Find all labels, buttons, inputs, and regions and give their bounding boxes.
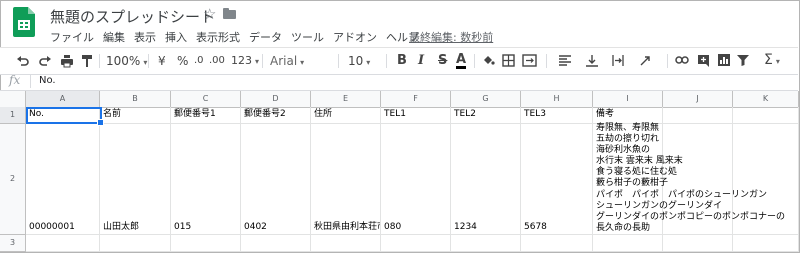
cell-d3[interactable] <box>241 235 311 252</box>
cell-b2[interactable]: 山田太郎 <box>100 124 171 235</box>
star-icon[interactable]: ☆ <box>203 5 216 23</box>
cell-b1[interactable]: 名前 <box>100 107 171 124</box>
bold-button[interactable]: B <box>397 53 407 69</box>
menu-addons[interactable]: アドオン <box>333 29 377 45</box>
sheets-logo-icon[interactable] <box>13 7 35 37</box>
align-icon[interactable] <box>559 55 571 66</box>
font-size-select[interactable]: 10 <box>348 53 370 69</box>
borders-icon[interactable] <box>502 54 515 67</box>
valign-icon[interactable] <box>586 54 598 67</box>
column-header-i[interactable]: I <box>593 91 663 108</box>
document-title[interactable]: 無題のスプレッドシート <box>50 6 215 27</box>
notes-cell-text: 寿限無、寿限無 五劫の擦り切れ 海砂利水魚の 水行末 雲来末 風来末 食う寝る処… <box>596 123 786 233</box>
cell-c1[interactable]: 郵便番号1 <box>171 107 241 124</box>
text-color-button[interactable]: A <box>456 53 467 69</box>
paint-format-icon[interactable] <box>81 54 93 68</box>
merge-icon[interactable] <box>522 54 537 67</box>
menu-file[interactable]: ファイル <box>50 29 94 45</box>
last-edit-link[interactable]: 最終編集: 数秒前 <box>409 29 493 45</box>
cell-e2[interactable]: 秋田県由利本荘市 <box>311 124 381 235</box>
menu-tools[interactable]: ツール <box>291 29 324 45</box>
menu-view[interactable]: 表示 <box>134 29 156 45</box>
cell-j1[interactable] <box>663 107 733 124</box>
currency-format-button[interactable]: ¥ <box>158 53 166 69</box>
row-header-2[interactable]: 2 <box>0 124 26 235</box>
column-header-j[interactable]: J <box>663 91 733 108</box>
column-header-d[interactable]: D <box>241 91 311 108</box>
rotate-icon[interactable] <box>639 54 651 67</box>
cell-h1[interactable]: TEL3 <box>521 107 593 124</box>
cell-c3[interactable] <box>171 235 241 252</box>
column-header-a[interactable]: A <box>26 91 100 108</box>
undo-icon[interactable] <box>16 54 30 68</box>
column-header-b[interactable]: B <box>100 91 171 108</box>
cell-h2[interactable]: 5678 <box>521 124 593 235</box>
column-header-k[interactable]: K <box>733 91 799 108</box>
filter-icon[interactable] <box>737 54 751 67</box>
row-header-1[interactable]: 1 <box>0 107 26 124</box>
cell-k1[interactable] <box>733 107 799 124</box>
functions-icon[interactable]: Σ <box>764 53 780 69</box>
cell-j3[interactable] <box>663 235 733 252</box>
cell-i1[interactable]: 備考 <box>593 107 663 124</box>
cell-a3[interactable] <box>26 235 100 252</box>
cell-f2[interactable]: 080 <box>381 124 451 235</box>
cell-b3[interactable] <box>100 235 171 252</box>
cell-f1[interactable]: TEL1 <box>381 107 451 124</box>
cell-f3[interactable] <box>381 235 451 252</box>
column-header-g[interactable]: G <box>451 91 521 108</box>
redo-icon[interactable] <box>38 54 52 68</box>
menu-data[interactable]: データ <box>249 29 282 45</box>
column-header-f[interactable]: F <box>381 91 451 108</box>
cell-g3[interactable] <box>451 235 521 252</box>
print-icon[interactable] <box>60 54 74 68</box>
cell-k3[interactable] <box>733 235 799 252</box>
cell-d2[interactable]: 0402 <box>241 124 311 235</box>
cell-d1[interactable]: 郵便番号2 <box>241 107 311 124</box>
italic-button[interactable]: I <box>418 53 424 69</box>
menu-format[interactable]: 表示形式 <box>196 29 240 45</box>
formula-bar: fx No. <box>0 73 798 91</box>
percent-format-button[interactable]: % <box>177 53 188 69</box>
cell-a2[interactable]: 00000001 <box>26 124 100 235</box>
select-all-corner[interactable] <box>0 91 26 108</box>
cell-e3[interactable] <box>311 235 381 252</box>
cell-e1[interactable]: 住所 <box>311 107 381 124</box>
comment-icon[interactable] <box>697 54 710 67</box>
cell-c2[interactable]: 015 <box>171 124 241 235</box>
menu-insert[interactable]: 挿入 <box>165 29 187 45</box>
cell-h3[interactable] <box>521 235 593 252</box>
fill-color-icon[interactable] <box>482 54 495 68</box>
increase-decimal-button[interactable]: .00 <box>209 53 225 69</box>
wrap-icon[interactable] <box>612 54 624 67</box>
active-cell-selection[interactable] <box>26 107 104 126</box>
formula-input[interactable]: No. <box>39 75 56 86</box>
more-formats-select[interactable]: 123 <box>231 53 259 69</box>
menu-edit[interactable]: 編集 <box>103 29 125 45</box>
font-select[interactable]: Arial <box>270 53 334 69</box>
folder-icon[interactable] <box>223 8 236 19</box>
column-header-e[interactable]: E <box>311 91 381 108</box>
cell-i3[interactable] <box>593 235 663 252</box>
decrease-decimal-button[interactable]: .0 <box>194 53 204 69</box>
link-icon[interactable] <box>675 56 689 64</box>
toolbar: 100% ¥ % .0 .00 123 Arial 10 B I S A Σ <box>0 47 798 75</box>
column-header-c[interactable]: C <box>171 91 241 108</box>
column-header-h[interactable]: H <box>521 91 593 108</box>
chart-icon[interactable] <box>718 54 730 67</box>
zoom-select[interactable]: 100% <box>106 53 147 69</box>
menu-bar: ファイル 編集 表示 挿入 表示形式 データ ツール アドオン ヘルプ <box>50 29 428 45</box>
strikethrough-button[interactable]: S <box>438 53 447 69</box>
fx-icon: fx <box>9 73 21 87</box>
cell-g2[interactable]: 1234 <box>451 124 521 235</box>
row-header-3[interactable]: 3 <box>0 235 26 252</box>
cell-g1[interactable]: TEL2 <box>451 107 521 124</box>
